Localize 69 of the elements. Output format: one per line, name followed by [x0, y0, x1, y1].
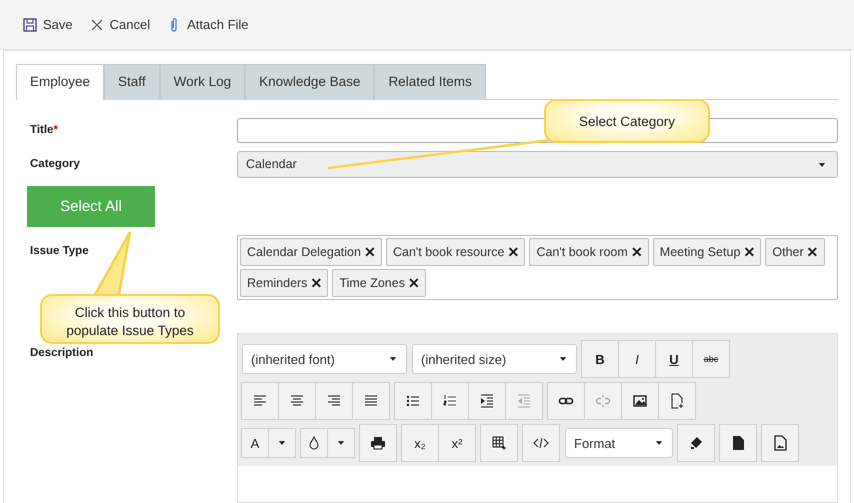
field-label: Issue Type	[30, 244, 90, 260]
tab[interactable]: Related Items	[374, 64, 486, 100]
strike-button[interactable]: abc	[692, 340, 730, 378]
link-button[interactable]	[547, 382, 585, 420]
image-button[interactable]	[621, 382, 659, 420]
tag: Reminders ✕	[240, 269, 328, 298]
tag-input[interactable]: Calendar Delegation ✕ Can't book resource ✕ Can't book room ✕ Meeting Setup ✕ Other ✕ Reminders ✕ Time Zones ✕	[237, 235, 838, 300]
close-icon	[88, 16, 105, 32]
table-button[interactable]	[480, 424, 518, 462]
document-button[interactable]	[719, 424, 757, 462]
tag: Time Zones ✕	[332, 269, 426, 298]
new-doc-button[interactable]	[658, 382, 696, 420]
tag: Calendar Delegation ✕	[240, 238, 382, 266]
tab[interactable]: Employee	[16, 64, 104, 100]
print-button[interactable]	[359, 424, 397, 462]
field-label: Description	[30, 346, 94, 362]
field-label: Category	[30, 157, 81, 172]
italic-button[interactable]: I	[618, 340, 656, 378]
remove-tag-button[interactable]: ✕	[364, 245, 376, 260]
image-file-icon	[772, 435, 788, 452]
tab[interactable]: Staff	[104, 64, 160, 100]
tag: Can't book resource ✕	[386, 238, 526, 266]
unlink-icon	[595, 393, 611, 410]
callout: Select Category	[544, 99, 710, 143]
align-right-button[interactable]	[315, 382, 353, 420]
justify-button[interactable]	[352, 382, 390, 420]
callout: Click this button to populate Issue Types	[40, 294, 220, 344]
save-button[interactable]: Save	[22, 14, 73, 34]
bullets-button[interactable]	[394, 382, 432, 420]
tab[interactable]: Knowledge Base	[245, 64, 374, 100]
outdent-icon	[516, 393, 532, 410]
numbers-button[interactable]	[431, 382, 469, 420]
sup-button[interactable]: x²	[438, 424, 476, 462]
tag: Other ✕	[765, 238, 825, 266]
tag: Meeting Setup ✕	[652, 238, 762, 266]
image-icon	[632, 393, 648, 410]
attach-button[interactable]: Attach File	[166, 14, 249, 34]
underline-button[interactable]: U	[655, 340, 693, 378]
indent-button[interactable]	[468, 382, 506, 420]
font-select[interactable]: (inherited font)	[242, 344, 407, 374]
align-center-button[interactable]	[278, 382, 316, 420]
sub-button[interactable]: x₂	[401, 424, 439, 462]
table-icon	[491, 435, 507, 452]
fill-button[interactable]	[300, 428, 328, 458]
remove-tag-button[interactable]: ✕	[743, 245, 756, 260]
remove-tag-button[interactable]: ✕	[806, 245, 819, 260]
size-select[interactable]: (inherited size)	[412, 344, 577, 374]
indent-icon	[479, 393, 495, 410]
save-icon	[22, 16, 38, 32]
format-select[interactable]: Format	[565, 428, 673, 458]
tab[interactable]: Work Log	[160, 64, 246, 100]
bold-button[interactable]: B	[581, 340, 619, 378]
eraser-button[interactable]	[677, 424, 715, 462]
remove-tag-button[interactable]: ✕	[507, 245, 520, 260]
eraser-icon	[688, 435, 704, 452]
text-color-button[interactable]: A	[241, 428, 269, 458]
remove-tag-button[interactable]: ✕	[310, 276, 322, 290]
align-left-button[interactable]	[241, 382, 279, 420]
document-icon	[730, 435, 746, 452]
field-label: Title*	[30, 123, 59, 138]
tag: Can't book room ✕	[529, 238, 649, 266]
remove-tag-button[interactable]: ✕	[408, 276, 420, 290]
image-file-button[interactable]	[761, 424, 799, 462]
cancel-button[interactable]: Cancel	[88, 14, 150, 34]
print-icon	[370, 435, 386, 452]
new-document-icon	[669, 393, 685, 410]
remove-tag-button[interactable]: ✕	[630, 245, 643, 260]
code-button[interactable]	[522, 424, 560, 462]
category-select[interactable]: Calendar	[237, 151, 838, 178]
